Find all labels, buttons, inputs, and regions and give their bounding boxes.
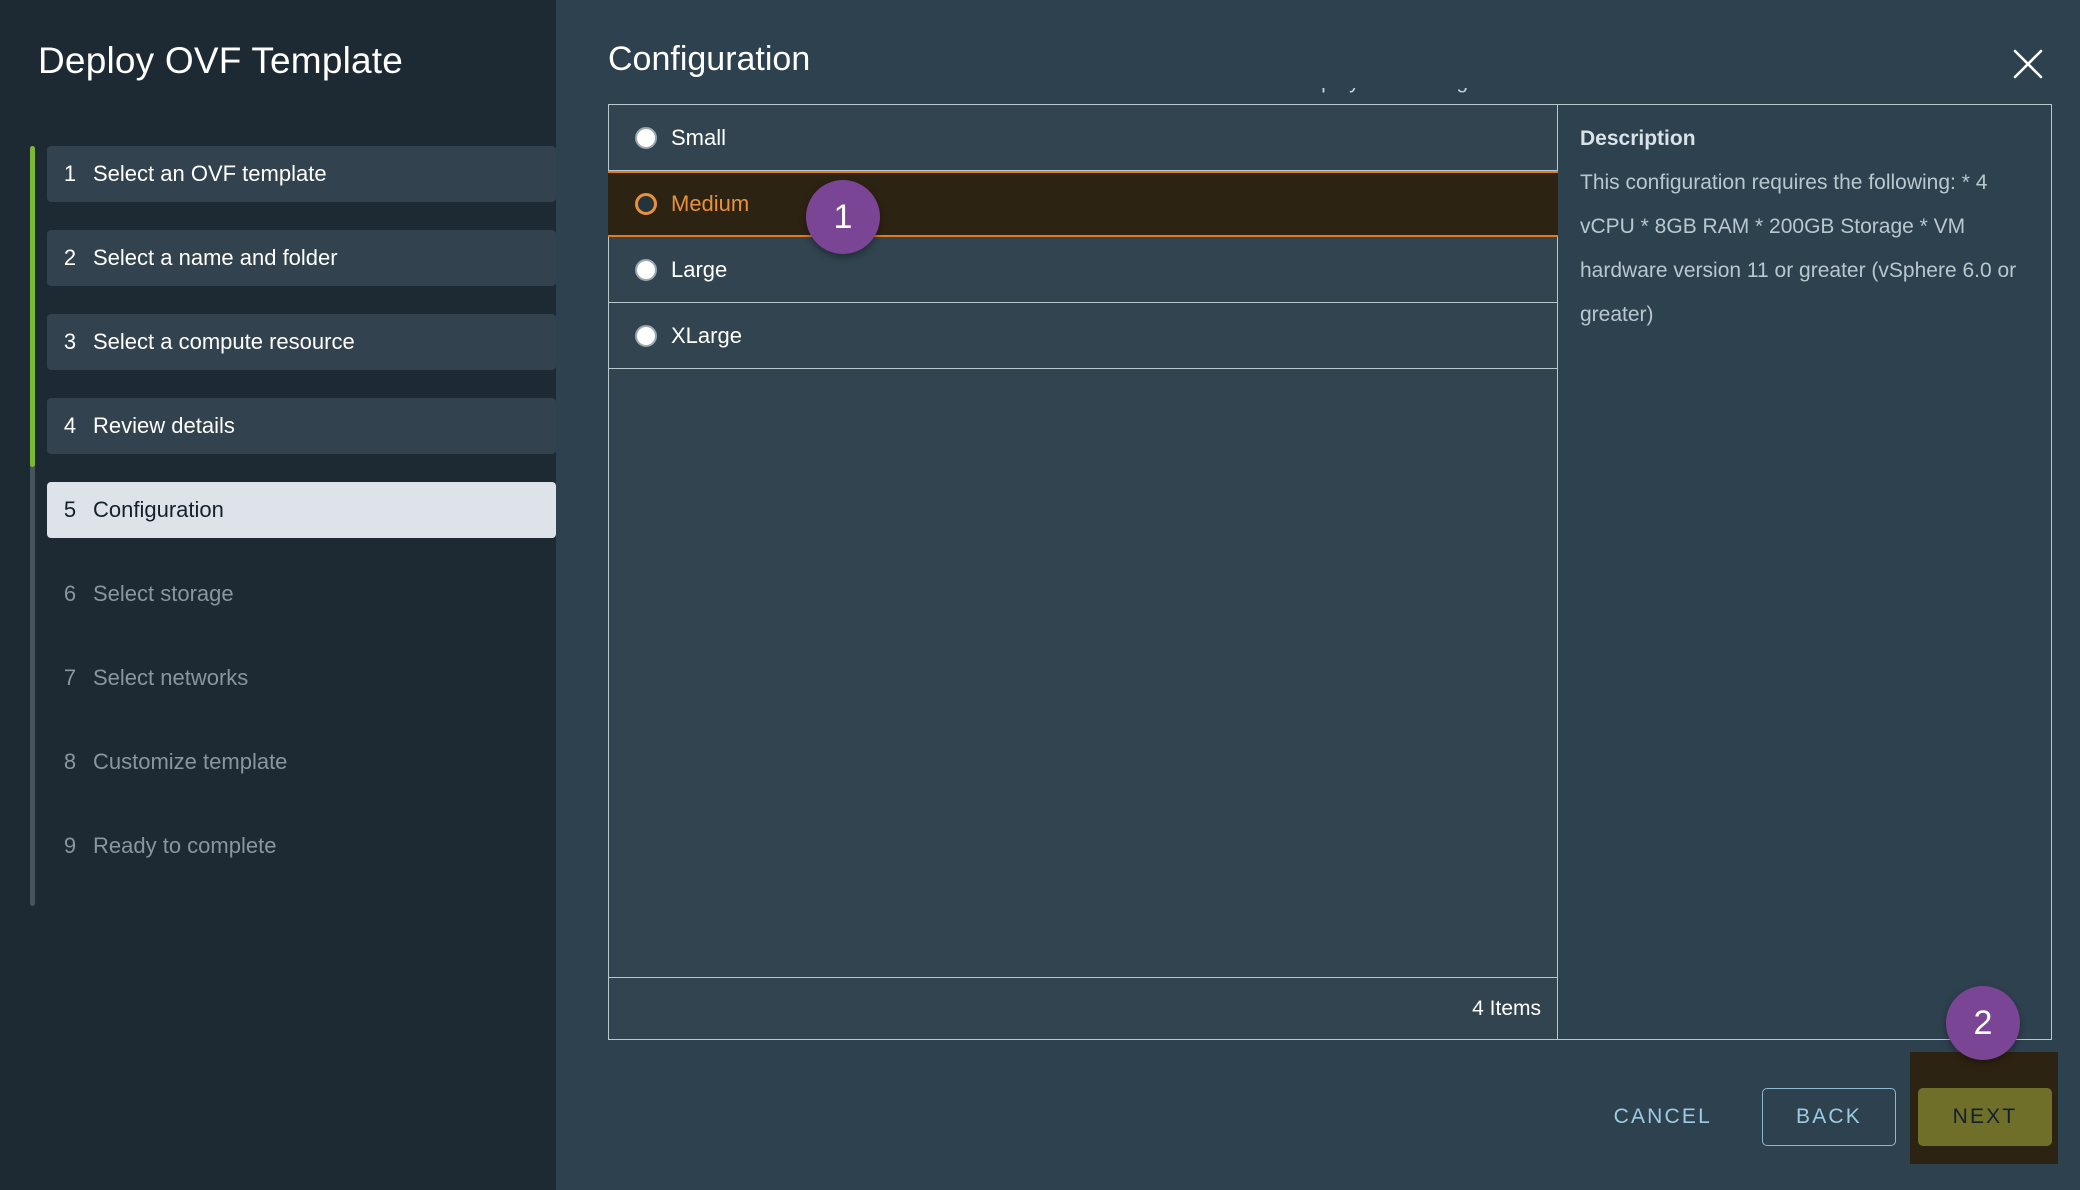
step-number: 6 (63, 581, 77, 606)
scrolled-section-label-text: Select a deployment configuration (1216, 88, 1916, 96)
config-row-xlarge[interactable]: XLarge (609, 303, 1557, 369)
step-label: Select an OVF template (93, 161, 327, 186)
config-row-small[interactable]: Small (609, 105, 1557, 171)
step-label: Customize template (93, 749, 288, 774)
wizard-steps: 1 Select an OVF template 2 Select a name… (30, 146, 556, 906)
wizard-title: Deploy OVF Template (38, 40, 404, 81)
step-number: 4 (63, 413, 77, 438)
next-button-wrapper: NEXT (1910, 1052, 2058, 1164)
annotation-badge-1: 1 (806, 180, 880, 254)
config-row-label: Large (671, 256, 728, 282)
wizard-progress-fill (30, 146, 35, 467)
radio-icon[interactable] (635, 126, 657, 149)
step-number: 3 (63, 329, 77, 354)
wizard-main-panel: Configuration Select a deployment config… (556, 0, 2080, 1190)
description-panel: Description This configuration requires … (1558, 104, 2052, 1040)
step-number: 2 (63, 245, 77, 270)
sidebar-step-1[interactable]: 1 Select an OVF template (47, 146, 556, 202)
description-body: This configuration requires the followin… (1580, 171, 2017, 326)
sidebar-step-5-configuration[interactable]: 5 Configuration (47, 482, 556, 538)
step-label: Select a compute resource (93, 329, 355, 354)
step-label: Select networks (93, 665, 249, 690)
wizard-sidebar: Deploy OVF Template 1 Select an OVF temp… (0, 0, 556, 1190)
description-heading: Description (1580, 127, 1696, 150)
step-number: 7 (63, 665, 77, 690)
step-number: 9 (63, 833, 77, 858)
configuration-list: Small Medium Large XLarge 4 Items (608, 104, 1558, 1040)
page-title: Configuration (608, 40, 811, 78)
step-number: 5 (63, 497, 77, 522)
configuration-list-footer: 4 Items (609, 977, 1557, 1039)
sidebar-step-3[interactable]: 3 Select a compute resource (47, 314, 556, 370)
radio-icon[interactable] (635, 258, 657, 281)
next-button[interactable]: NEXT (1918, 1088, 2052, 1146)
step-label: Select storage (93, 581, 234, 606)
sidebar-step-2[interactable]: 2 Select a name and folder (47, 230, 556, 286)
radio-icon[interactable] (635, 324, 657, 347)
close-icon[interactable] (2004, 40, 2052, 88)
sidebar-step-7[interactable]: 7 Select networks (47, 650, 556, 706)
step-number: 1 (63, 161, 77, 186)
config-row-label: XLarge (671, 322, 742, 348)
config-row-label: Small (671, 124, 727, 150)
back-button[interactable]: BACK (1762, 1088, 1896, 1146)
deploy-ovf-template-dialog: Deploy OVF Template 1 Select an OVF temp… (0, 0, 2080, 1190)
step-label: Review details (93, 413, 235, 438)
scrolled-section-label: Select a deployment configuration (1216, 88, 1916, 98)
config-row-large[interactable]: Large (609, 237, 1557, 303)
cancel-button[interactable]: CANCEL (1580, 1088, 1746, 1146)
sidebar-step-4[interactable]: 4 Review details (47, 398, 556, 454)
step-label: Select a name and folder (93, 245, 338, 270)
dialog-footer: CANCEL BACK NEXT (1580, 1052, 2058, 1164)
sidebar-step-8[interactable]: 8 Customize template (47, 734, 556, 790)
config-row-medium[interactable]: Medium (608, 171, 1558, 237)
sidebar-step-6[interactable]: 6 Select storage (47, 566, 556, 622)
step-label: Ready to complete (93, 833, 277, 858)
step-label: Configuration (93, 497, 224, 522)
annotation-badge-2: 2 (1946, 986, 2020, 1060)
sidebar-step-9[interactable]: 9 Ready to complete (47, 818, 556, 874)
item-count-label: 4 Items (1472, 996, 1541, 1020)
radio-icon[interactable] (635, 193, 657, 215)
config-row-label: Medium (671, 191, 750, 216)
step-number: 8 (63, 749, 77, 774)
configuration-list-body: Small Medium Large XLarge (608, 105, 1558, 977)
